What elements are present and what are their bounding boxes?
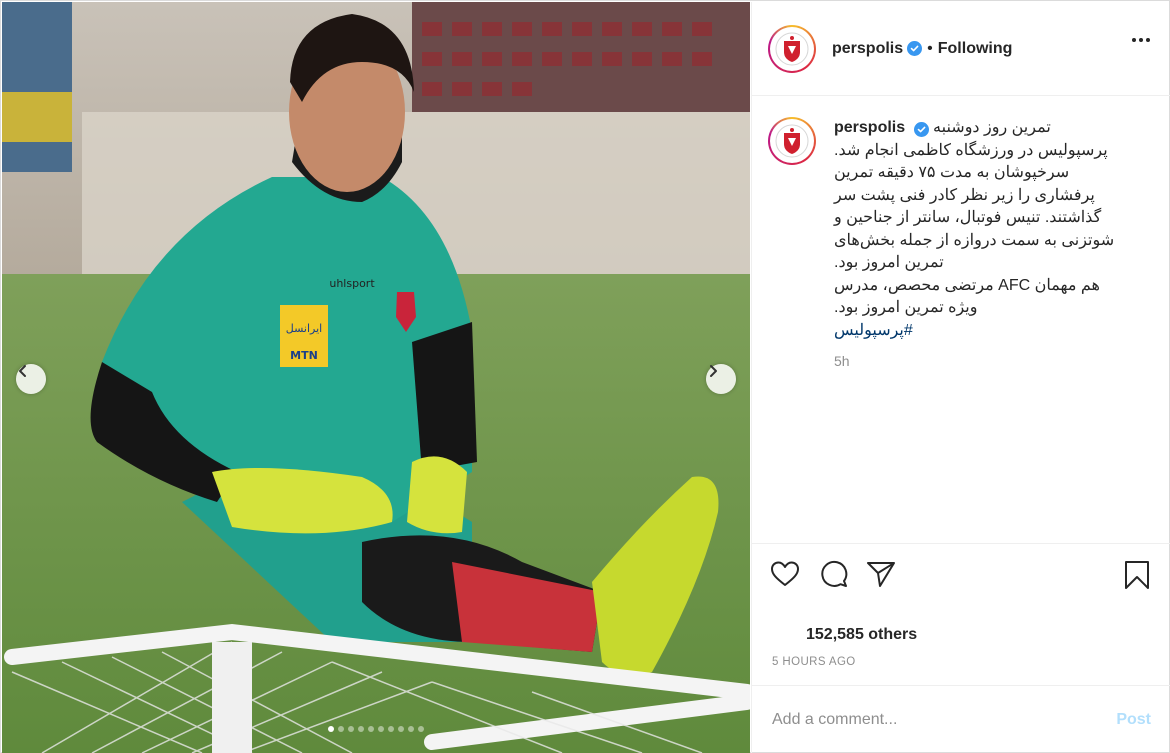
heart-icon <box>771 561 799 586</box>
carousel-indicator <box>2 726 750 732</box>
following-button[interactable]: Following <box>938 40 1013 58</box>
sponsor-text-1: ایرانسل <box>286 322 322 335</box>
more-horizontal-icon <box>1132 38 1136 42</box>
carousel-dot <box>388 726 394 732</box>
verified-badge-icon <box>913 122 929 137</box>
caption-line: پرفشاری را زیر نظر کادر فنی پشت سر <box>834 186 1095 204</box>
caption-username[interactable]: perspolis <box>834 119 905 136</box>
carousel-dot <box>418 726 424 732</box>
carousel-dot <box>368 726 374 732</box>
caption-area: perspolis تمرین روز دوشنبه پرسپولیس در و… <box>752 97 1170 543</box>
post-media[interactable]: ایرانسل MTN uhlsport <box>2 2 750 753</box>
avatar[interactable] <box>768 24 816 73</box>
bookmark-icon <box>1125 561 1149 589</box>
carousel-dot <box>378 726 384 732</box>
caption-avatar[interactable] <box>768 117 816 165</box>
caption-line: تمرین امروز بود. <box>834 254 944 271</box>
caption-line: سرخپوشان به مدت ۷۵ دقیقه تمرین <box>834 164 1070 181</box>
caption-line: پرسپولیس در ورزشگاه کاظمی انجام شد. <box>834 141 1108 159</box>
comment-icon <box>821 560 848 587</box>
caption-line: هم مهمان AFC مرتضی محصص، مدرس <box>834 276 1100 294</box>
save-button[interactable] <box>1123 560 1151 595</box>
caption-time[interactable]: 5h <box>834 350 1124 373</box>
carousel-dot <box>358 726 364 732</box>
comment-button[interactable] <box>818 560 848 588</box>
carousel-dot <box>328 726 334 732</box>
caption-line: شوتزنی به سمت دروازه از جمله بخش‌های <box>834 231 1115 249</box>
caption-text: perspolis تمرین روز دوشنبه پرسپولیس در و… <box>834 117 1124 373</box>
share-button[interactable] <box>866 560 896 588</box>
caption-line: ویژه تمرین امروز بود. <box>834 299 978 316</box>
perspolis-logo-icon <box>775 32 809 65</box>
comment-input[interactable] <box>772 710 1117 729</box>
carousel-dot <box>348 726 354 732</box>
carousel-next-button[interactable] <box>706 364 736 394</box>
caption-line: گذاشتند. تنیس فوتبال، سانتر از جناحین و <box>834 209 1102 226</box>
header-separator: • <box>927 39 933 57</box>
carousel-dot <box>408 726 414 732</box>
share-icon <box>867 562 895 587</box>
header-username[interactable]: perspolis <box>832 40 903 58</box>
carousel-prev-button[interactable] <box>16 364 46 394</box>
post-actions: 152,585 others 5 HOURS AGO <box>752 543 1170 685</box>
post-dialog: ایرانسل MTN uhlsport perspolis • Followi… <box>0 0 1170 753</box>
more-options-button[interactable] <box>1132 38 1150 42</box>
caption-line: تمرین روز دوشنبه <box>933 119 1051 136</box>
perspolis-logo-icon <box>775 124 809 158</box>
hashtag-link[interactable]: #پرسپولیس <box>834 320 1124 343</box>
chevron-right-icon <box>710 365 717 377</box>
posted-time[interactable]: 5 HOURS AGO <box>772 656 856 668</box>
chevron-left-icon <box>19 365 26 377</box>
like-button[interactable] <box>770 560 800 588</box>
comment-box: Post <box>752 685 1170 753</box>
likes-count[interactable]: 152,585 others <box>806 626 917 644</box>
kit-brand-text: uhlsport <box>329 277 375 290</box>
carousel-dot <box>338 726 344 732</box>
post-header: perspolis • Following <box>752 2 1170 96</box>
sponsor-text-2: MTN <box>290 349 318 362</box>
verified-badge-icon <box>907 41 923 56</box>
post-side-panel: perspolis • Following perspolis تمرین رو… <box>751 2 1170 753</box>
photo-illustration: ایرانسل MTN uhlsport <box>2 2 750 753</box>
post-comment-button[interactable]: Post <box>1116 711 1151 729</box>
carousel-dot <box>398 726 404 732</box>
